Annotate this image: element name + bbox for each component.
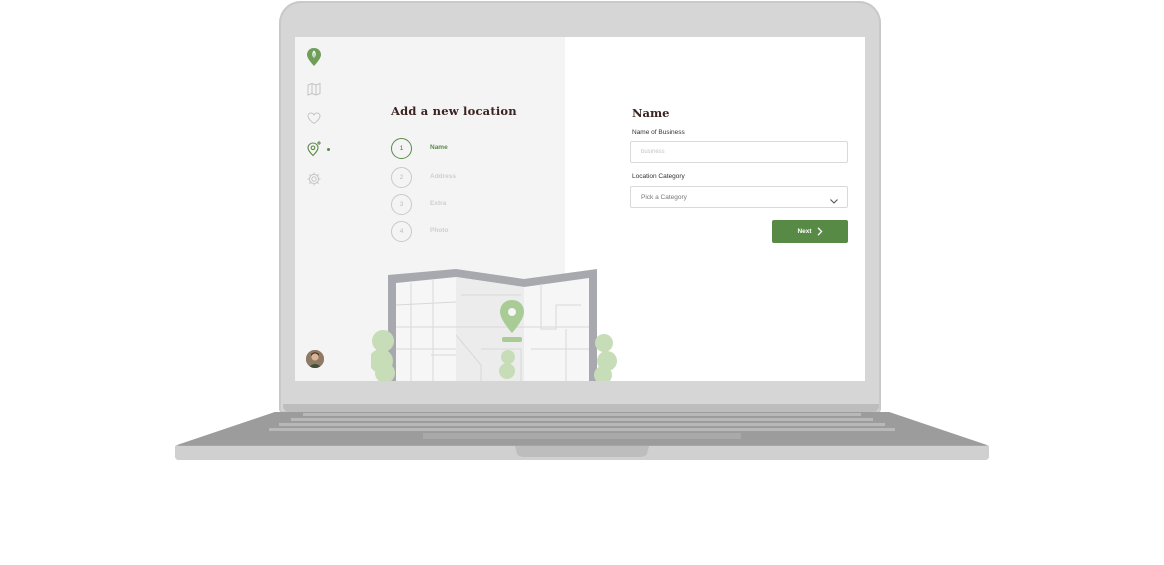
sidebar-nav [295, 37, 335, 381]
laptop-base [175, 408, 989, 460]
step-extra[interactable]: 3 Extra [391, 194, 501, 216]
form-title: Name [632, 106, 670, 120]
step-label: Name [430, 144, 448, 151]
chevron-down-icon [829, 193, 839, 204]
step-number: 1 [391, 138, 412, 159]
location-category-label: Location Category [632, 173, 685, 180]
step-label: Address [430, 173, 457, 180]
business-name-input[interactable] [630, 141, 848, 163]
step-number: 2 [391, 167, 412, 188]
next-label: Next [797, 228, 812, 235]
chevron-right-icon [817, 227, 823, 236]
app-screen: Add a new location 1 Name 2 Address 3 Ex… [295, 37, 865, 381]
heart-icon[interactable] [306, 110, 322, 126]
map-illustration [369, 265, 621, 381]
active-indicator [327, 148, 330, 151]
add-location-icon[interactable] [306, 140, 322, 157]
gear-icon[interactable] [306, 171, 322, 187]
step-number: 3 [391, 194, 412, 215]
next-button[interactable]: Next [772, 220, 848, 243]
step-address[interactable]: 2 Address [391, 167, 501, 189]
step-label: Photo [430, 227, 449, 234]
leaf-pin-icon[interactable] [306, 47, 322, 66]
map-icon[interactable] [306, 81, 322, 97]
category-select-value: Pick a Category [641, 194, 687, 201]
step-label: Extra [430, 200, 447, 207]
business-name-label: Name of Business [632, 129, 685, 136]
step-photo[interactable]: 4 Photo [391, 221, 501, 243]
step-name[interactable]: 1 Name [391, 138, 501, 160]
location-category-select[interactable]: Pick a Category [630, 186, 848, 208]
step-number: 4 [391, 221, 412, 242]
wizard-heading: Add a new location [391, 104, 517, 118]
location-form: Name Name of Business Location Category … [630, 37, 865, 381]
avatar[interactable] [306, 350, 324, 368]
